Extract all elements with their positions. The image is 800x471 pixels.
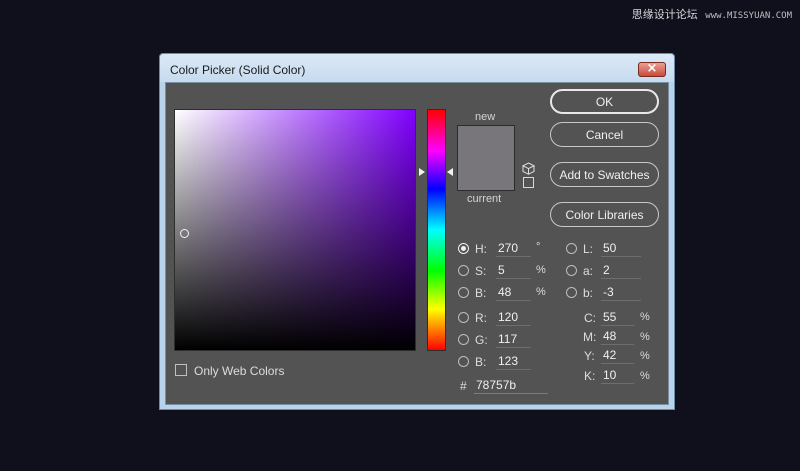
black-unit: % [640, 370, 650, 382]
hue-label: H: [475, 242, 487, 256]
green-radio[interactable] [458, 334, 469, 345]
color-field-marker[interactable] [180, 229, 189, 238]
close-icon: × [646, 61, 658, 76]
color-libraries-button[interactable]: Color Libraries [550, 202, 659, 227]
color-preview-swatch [457, 125, 515, 191]
brightness-label: B: [475, 286, 487, 300]
lab-a-input[interactable]: 2 [601, 263, 641, 279]
current-color-label: current [467, 193, 502, 205]
web-safe-square-icon[interactable] [523, 177, 534, 188]
cyan-unit: % [640, 311, 650, 323]
new-color-label: new [475, 111, 496, 123]
hue-slider[interactable] [427, 109, 446, 351]
saturation-radio[interactable] [458, 265, 469, 276]
magenta-unit: % [640, 331, 650, 343]
watermark: 思缘设计论坛 www.MISSYUAN.COM [632, 6, 792, 22]
hue-radio[interactable] [458, 243, 469, 254]
only-web-colors-checkbox[interactable] [175, 364, 187, 376]
lab-b-radio[interactable] [566, 287, 577, 298]
hue-unit: ° [536, 241, 541, 253]
cyan-label: C: [584, 311, 596, 325]
yellow-unit: % [640, 350, 650, 362]
cyan-input[interactable]: 55 [601, 310, 634, 326]
lab-l-label: L: [583, 242, 594, 256]
saturation-input[interactable]: 5 [496, 263, 531, 279]
red-label: R: [475, 311, 487, 325]
close-button[interactable]: × [638, 61, 666, 77]
blue-label: B: [475, 355, 487, 369]
brightness-input[interactable]: 48 [496, 285, 531, 301]
magenta-label: M: [583, 330, 597, 344]
add-to-swatches-button[interactable]: Add to Swatches [550, 162, 659, 187]
green-input[interactable]: 117 [496, 332, 531, 348]
window-title: Color Picker (Solid Color) [170, 63, 306, 77]
brightness-radio[interactable] [458, 287, 469, 298]
only-web-colors-label: Only Web Colors [194, 364, 285, 378]
lab-a-label: a: [583, 264, 594, 278]
blue-radio[interactable] [458, 356, 469, 367]
hue-input[interactable]: 270 [496, 241, 531, 257]
hex-label: # [460, 379, 467, 393]
saturation-label: S: [475, 264, 487, 278]
lab-a-radio[interactable] [566, 265, 577, 276]
lab-l-radio[interactable] [566, 243, 577, 254]
black-label: K: [584, 369, 596, 383]
cancel-button[interactable]: Cancel [550, 122, 659, 147]
new-color-swatch [458, 126, 514, 158]
red-input[interactable]: 120 [496, 310, 531, 326]
green-label: G: [475, 333, 488, 347]
hue-slider-right-handle[interactable] [447, 168, 453, 176]
lab-l-input[interactable]: 50 [601, 241, 641, 257]
blue-input[interactable]: 123 [496, 354, 531, 370]
lab-b-label: b: [583, 286, 594, 300]
saturation-unit: % [536, 264, 546, 276]
watermark-text: 思缘设计论坛 [631, 8, 698, 21]
ok-button[interactable]: OK [550, 89, 659, 114]
saturation-brightness-field[interactable] [174, 109, 416, 351]
title-bar[interactable]: Color Picker (Solid Color) × [160, 54, 674, 82]
current-color-swatch[interactable] [458, 158, 514, 190]
yellow-input[interactable]: 42 [601, 348, 634, 364]
hue-slider-left-handle[interactable] [419, 168, 425, 176]
black-input[interactable]: 10 [601, 368, 634, 384]
red-radio[interactable] [458, 312, 469, 323]
lab-b-input[interactable]: -3 [601, 285, 641, 301]
hex-input[interactable]: 78757b [474, 378, 548, 394]
brightness-unit: % [536, 286, 546, 298]
out-of-gamut-cube-icon[interactable] [522, 162, 535, 175]
magenta-input[interactable]: 48 [601, 329, 634, 345]
watermark-url: www.MISSYUAN.COM [705, 11, 792, 21]
yellow-label: Y: [584, 349, 595, 363]
